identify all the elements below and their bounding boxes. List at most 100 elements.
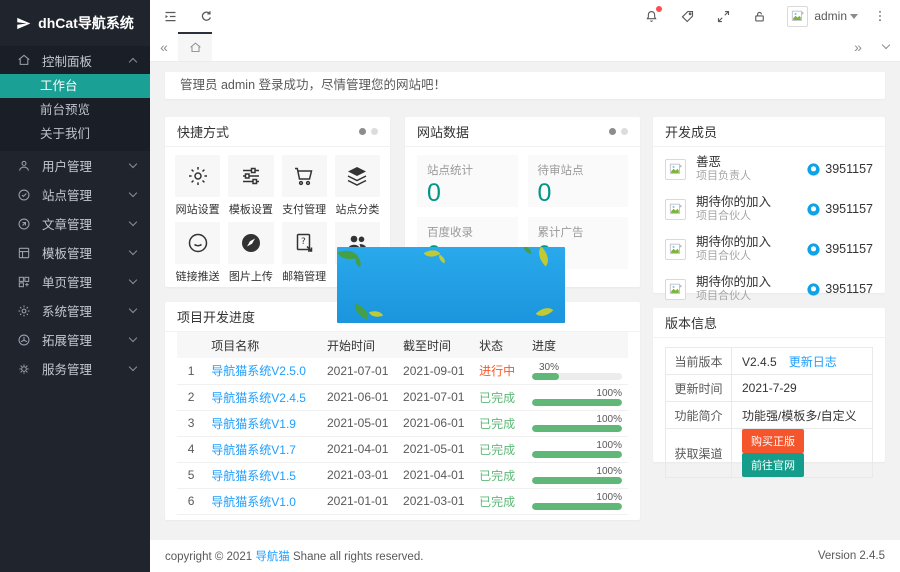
tabs-scroll-right-icon[interactable]: » — [844, 32, 872, 61]
user-icon — [17, 158, 32, 173]
app-title: dhCat导航系统 — [38, 13, 134, 33]
carousel-dot[interactable] — [359, 128, 366, 135]
topbar-right: admin — [623, 6, 888, 27]
sidebar-item-label: 控制面板 — [42, 51, 92, 70]
member-qq[interactable]: 3951157 — [825, 202, 873, 216]
progress-bar: 30% — [532, 362, 622, 380]
fullscreen-icon[interactable] — [715, 8, 731, 24]
more-options-icon[interactable] — [872, 8, 888, 24]
status-badge: 已完成 — [479, 469, 515, 483]
shortcut-template-settings[interactable]: 模板设置 — [228, 155, 273, 214]
sliders-icon — [239, 164, 263, 188]
svg-text:?: ? — [301, 237, 306, 247]
compass-icon — [239, 231, 263, 255]
leaf-decoration — [424, 247, 441, 261]
tag-icon[interactable] — [679, 8, 695, 24]
sidebar-item-about-us[interactable]: 关于我们 — [0, 122, 150, 146]
member-avatar — [665, 279, 686, 300]
project-link[interactable]: 导航猫系统V1.0 — [211, 495, 296, 509]
paper-plane-icon — [16, 16, 31, 31]
shortcut-link-push[interactable]: 链接推送 — [175, 222, 220, 281]
notifications-bell-icon[interactable] — [643, 8, 659, 24]
shortcut-site-category[interactable]: 站点分类 — [335, 155, 380, 214]
sidebar-item-system-mgmt[interactable]: 系统管理 — [0, 296, 150, 325]
member-name: 期待你的加入 — [696, 235, 771, 250]
cart-icon — [292, 164, 316, 188]
carousel-dot[interactable] — [609, 128, 616, 135]
sidebar-item-service-mgmt[interactable]: 服务管理 — [0, 354, 150, 383]
member-name: 期待你的加入 — [696, 275, 771, 290]
project-link[interactable]: 导航猫系统V1.5 — [211, 469, 296, 483]
shortcut-image-upload[interactable]: 图片上传 — [228, 222, 273, 281]
current-version: V2.4.5 — [742, 355, 777, 369]
brand-link[interactable]: 导航猫 — [255, 551, 290, 563]
tab-home[interactable] — [178, 32, 212, 61]
chevron-up-icon — [129, 57, 137, 65]
sidebar-item-label: 站点管理 — [42, 185, 92, 204]
lock-icon[interactable] — [751, 8, 767, 24]
progress-bar: 100% — [532, 492, 622, 510]
tabbar: « » — [150, 32, 900, 62]
status-badge: 已完成 — [479, 443, 515, 457]
progress-bar: 100% — [532, 466, 622, 484]
user-avatar[interactable] — [787, 6, 808, 27]
leaf-decoration — [369, 308, 383, 320]
user-menu[interactable]: admin — [814, 9, 847, 23]
collapse-menu-icon[interactable] — [162, 8, 178, 24]
sidebar-item-article-mgmt[interactable]: 文章管理 — [0, 209, 150, 238]
changelog-link[interactable]: 更新日志 — [789, 355, 837, 369]
table-row: 3 导航猫系统V1.9 2021-05-01 2021-06-01 已完成 10… — [177, 410, 628, 436]
qq-icon — [807, 283, 820, 296]
app-logo[interactable]: dhCat导航系统 — [0, 0, 150, 46]
status-badge: 进行中 — [479, 364, 515, 378]
gear-icon — [186, 164, 210, 188]
card-title: 网站数据 — [417, 122, 469, 141]
project-link[interactable]: 导航猫系统V1.9 — [211, 417, 296, 431]
chevron-down-icon — [129, 247, 137, 255]
member-role: 项目合伙人 — [696, 250, 771, 263]
member-qq[interactable]: 3951157 — [825, 162, 873, 176]
sidebar-item-frontend-preview[interactable]: 前台预览 — [0, 98, 150, 122]
progress-bar: 100% — [532, 440, 622, 458]
shortcut-mail-mgmt[interactable]: ? 邮箱管理 — [282, 222, 327, 281]
project-link[interactable]: 导航猫系统V2.5.0 — [211, 364, 306, 378]
carousel-dots — [609, 128, 628, 135]
sidebar-item-extension-mgmt[interactable]: 拓展管理 — [0, 325, 150, 354]
table-row: 1 导航猫系统V2.5.0 2021-07-01 2021-09-01 进行中 … — [177, 358, 628, 384]
promo-banner[interactable] — [337, 247, 565, 323]
leaf-decoration — [437, 255, 447, 264]
buy-genuine-button[interactable]: 购买正版 — [742, 429, 804, 453]
sidebar-item-template-mgmt[interactable]: 模板管理 — [0, 238, 150, 267]
project-link[interactable]: 导航猫系统V2.4.5 — [211, 391, 306, 405]
shortcut-payment-mgmt[interactable]: 支付管理 — [282, 155, 327, 214]
table-header-row: 项目名称 开始时间 截至时间 状态 进度 — [177, 332, 628, 358]
carousel-dot[interactable] — [371, 128, 378, 135]
shortcut-site-settings[interactable]: 网站设置 — [175, 155, 220, 214]
member-name: 期待你的加入 — [696, 195, 771, 210]
carousel-dot[interactable] — [621, 128, 628, 135]
sidebar-item-label: 系统管理 — [42, 301, 92, 320]
member-avatar — [665, 239, 686, 260]
member-role: 项目合伙人 — [696, 290, 771, 303]
member-name: 善恶 — [696, 155, 751, 170]
member-qq[interactable]: 3951157 — [825, 282, 873, 296]
feature-summary: 功能强/模板多/自定义 — [732, 402, 873, 429]
sidebar-item-control-panel[interactable]: 控制面板 — [0, 46, 150, 74]
refresh-icon[interactable] — [198, 8, 214, 24]
member-avatar — [665, 159, 686, 180]
tabs-menu-icon[interactable] — [872, 32, 900, 61]
sidebar-item-site-mgmt[interactable]: 站点管理 — [0, 180, 150, 209]
stat-pending-sites: 待审站点 0 — [528, 155, 629, 207]
layers-icon — [345, 164, 369, 188]
tabs-scroll-left-icon[interactable]: « — [150, 32, 178, 61]
sidebar-item-page-mgmt[interactable]: 单页管理 — [0, 267, 150, 296]
user-caret-icon[interactable] — [850, 14, 858, 19]
leaf-decoration — [522, 247, 532, 254]
status-badge: 已完成 — [479, 391, 515, 405]
member-qq[interactable]: 3951157 — [825, 242, 873, 256]
project-link[interactable]: 导航猫系统V1.7 — [211, 443, 296, 457]
sidebar-item-user-mgmt[interactable]: 用户管理 — [0, 151, 150, 180]
official-site-button[interactable]: 前往官网 — [742, 453, 804, 477]
sidebar-item-workbench[interactable]: 工作台 — [0, 74, 150, 98]
chevron-down-icon — [129, 305, 137, 313]
